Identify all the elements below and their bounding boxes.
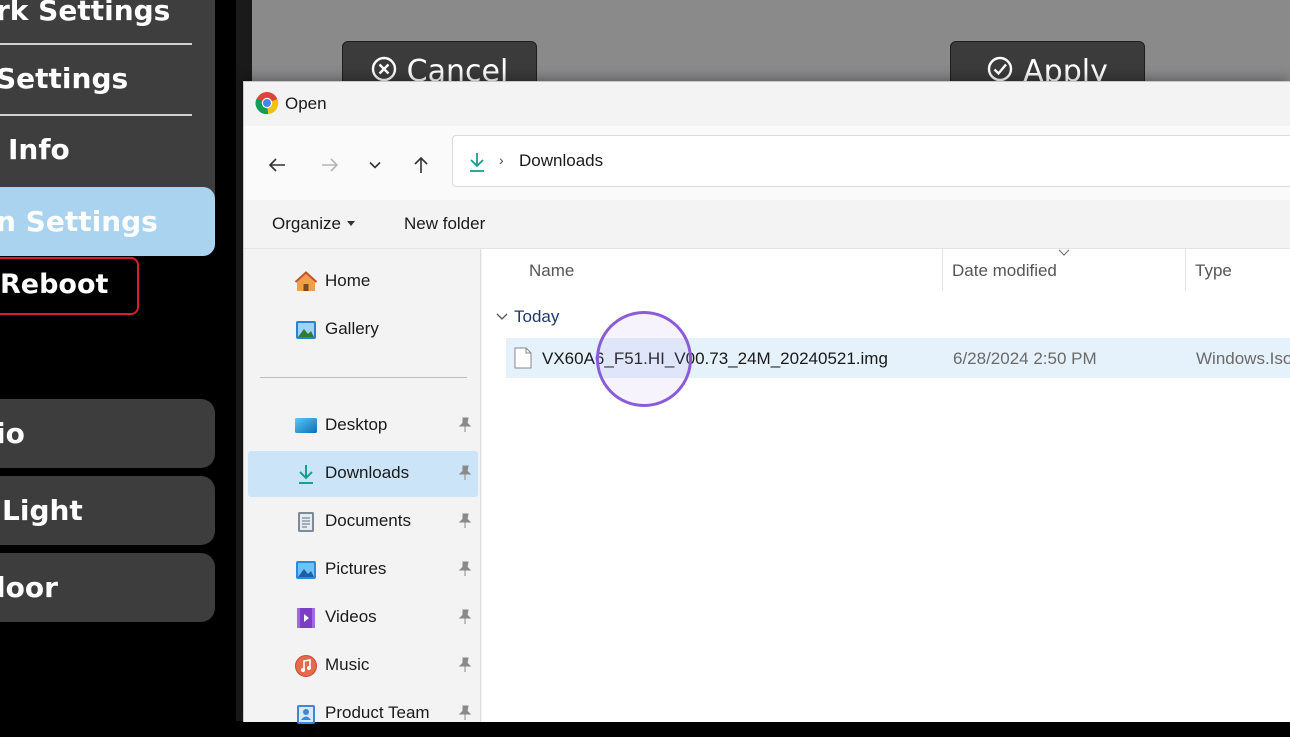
apply-check-circle-icon <box>987 56 1013 82</box>
music-icon <box>295 655 317 677</box>
file-name: VX60A6_F51.HI_V00.73_24M_20240521.img <box>542 349 888 368</box>
back-button[interactable] <box>263 151 291 179</box>
pin-icon[interactable] <box>457 513 473 529</box>
file-icon <box>514 347 532 369</box>
pictures-icon <box>296 561 316 579</box>
nav-item-gallery[interactable]: Gallery <box>248 307 478 353</box>
reboot-button[interactable]: Reboot <box>0 257 139 315</box>
address-bar[interactable]: › Downloads <box>452 135 1290 187</box>
column-header-type[interactable]: Type <box>1195 261 1232 281</box>
arrow-up-icon <box>414 156 428 173</box>
breadcrumb-downloads[interactable]: Downloads <box>519 151 603 171</box>
pin-icon[interactable] <box>457 417 473 433</box>
documents-icon <box>298 512 314 532</box>
nav-pane-divider <box>260 377 467 378</box>
nav-item-downloads[interactable]: Downloads <box>248 451 478 497</box>
download-arrow-icon <box>470 153 484 172</box>
pin-icon[interactable] <box>457 465 473 481</box>
chevron-down-icon <box>496 313 508 320</box>
nav-item-documents[interactable]: Documents <box>248 499 478 545</box>
group-header-today[interactable]: Today <box>496 307 559 327</box>
sidebar-item-system-settings[interactable]: n Settings <box>0 187 215 256</box>
nav-item-pictures[interactable]: Pictures <box>248 547 478 593</box>
arrow-right-icon <box>322 158 339 172</box>
dropdown-caret-icon <box>346 220 355 226</box>
feature-card-door[interactable]: loor <box>0 553 215 622</box>
pin-icon[interactable] <box>457 609 473 625</box>
dialog-navigation-bar: › Downloads <box>244 126 1290 200</box>
up-button[interactable] <box>407 151 435 179</box>
column-separator[interactable] <box>1185 249 1186 291</box>
arrow-left-icon <box>268 158 285 172</box>
pin-icon[interactable] <box>457 657 473 673</box>
sidebar-item-network-settings[interactable]: rk Settings <box>0 0 215 38</box>
file-row[interactable]: VX60A6_F51.HI_V00.73_24M_20240521.img 6/… <box>506 338 1290 378</box>
settings-main-area: Cancel Apply <box>252 0 1290 91</box>
settings-sidebar: rk Settings Settings Info n Settings Reb… <box>0 0 236 721</box>
forward-button[interactable] <box>316 151 344 179</box>
chrome-icon <box>255 92 279 115</box>
chevron-down-icon <box>369 161 381 169</box>
feature-card-light[interactable]: Light <box>0 476 215 545</box>
dialog-title: Open <box>285 94 327 113</box>
file-date-modified: 6/28/2024 2:50 PM <box>953 349 1097 368</box>
file-list: Name Date modified Type Today VX60A6_F51… <box>482 249 1290 722</box>
nav-item-product-team[interactable]: Product Team <box>248 691 478 737</box>
cancel-circle-x-icon <box>371 56 396 82</box>
column-separator[interactable] <box>942 249 943 291</box>
column-header-date-modified[interactable]: Date modified <box>952 261 1057 281</box>
nav-item-music[interactable]: Music <box>248 643 478 689</box>
nav-item-desktop[interactable]: Desktop <box>248 403 478 449</box>
sidebar-divider <box>0 43 192 45</box>
breadcrumb-chevron-icon: › <box>499 152 504 168</box>
nav-item-home[interactable]: Home <box>248 259 478 305</box>
pin-icon[interactable] <box>457 705 473 721</box>
sort-chevron-icon <box>1058 249 1070 256</box>
sidebar-item-info[interactable]: Info <box>0 133 215 173</box>
organize-menu-button[interactable]: Organize <box>272 214 355 234</box>
dialog-titlebar[interactable]: Open <box>244 82 1290 126</box>
recent-locations-button[interactable] <box>361 151 389 179</box>
gallery-icon <box>296 321 316 339</box>
desktop-icon <box>295 418 317 433</box>
command-bar: Organize New folder <box>244 200 1290 249</box>
contact-icon <box>297 705 315 724</box>
file-type: Windows.Iso <box>1196 349 1290 368</box>
new-folder-button[interactable]: New folder <box>404 214 485 234</box>
sidebar-item-settings[interactable]: Settings <box>0 62 215 102</box>
videos-icon <box>297 608 315 628</box>
feature-card-audio[interactable]: io <box>0 399 215 468</box>
sidebar-divider <box>0 114 192 116</box>
open-file-dialog: Open › Downloads Organize New folder Hom… <box>243 81 1290 724</box>
navigation-pane: Home Gallery Desktop Downloads Documents… <box>244 249 481 724</box>
pin-icon[interactable] <box>457 561 473 577</box>
home-icon <box>294 271 318 291</box>
nav-item-videos[interactable]: Videos <box>248 595 478 641</box>
column-header-name[interactable]: Name <box>529 261 574 281</box>
downloads-icon <box>299 465 313 484</box>
